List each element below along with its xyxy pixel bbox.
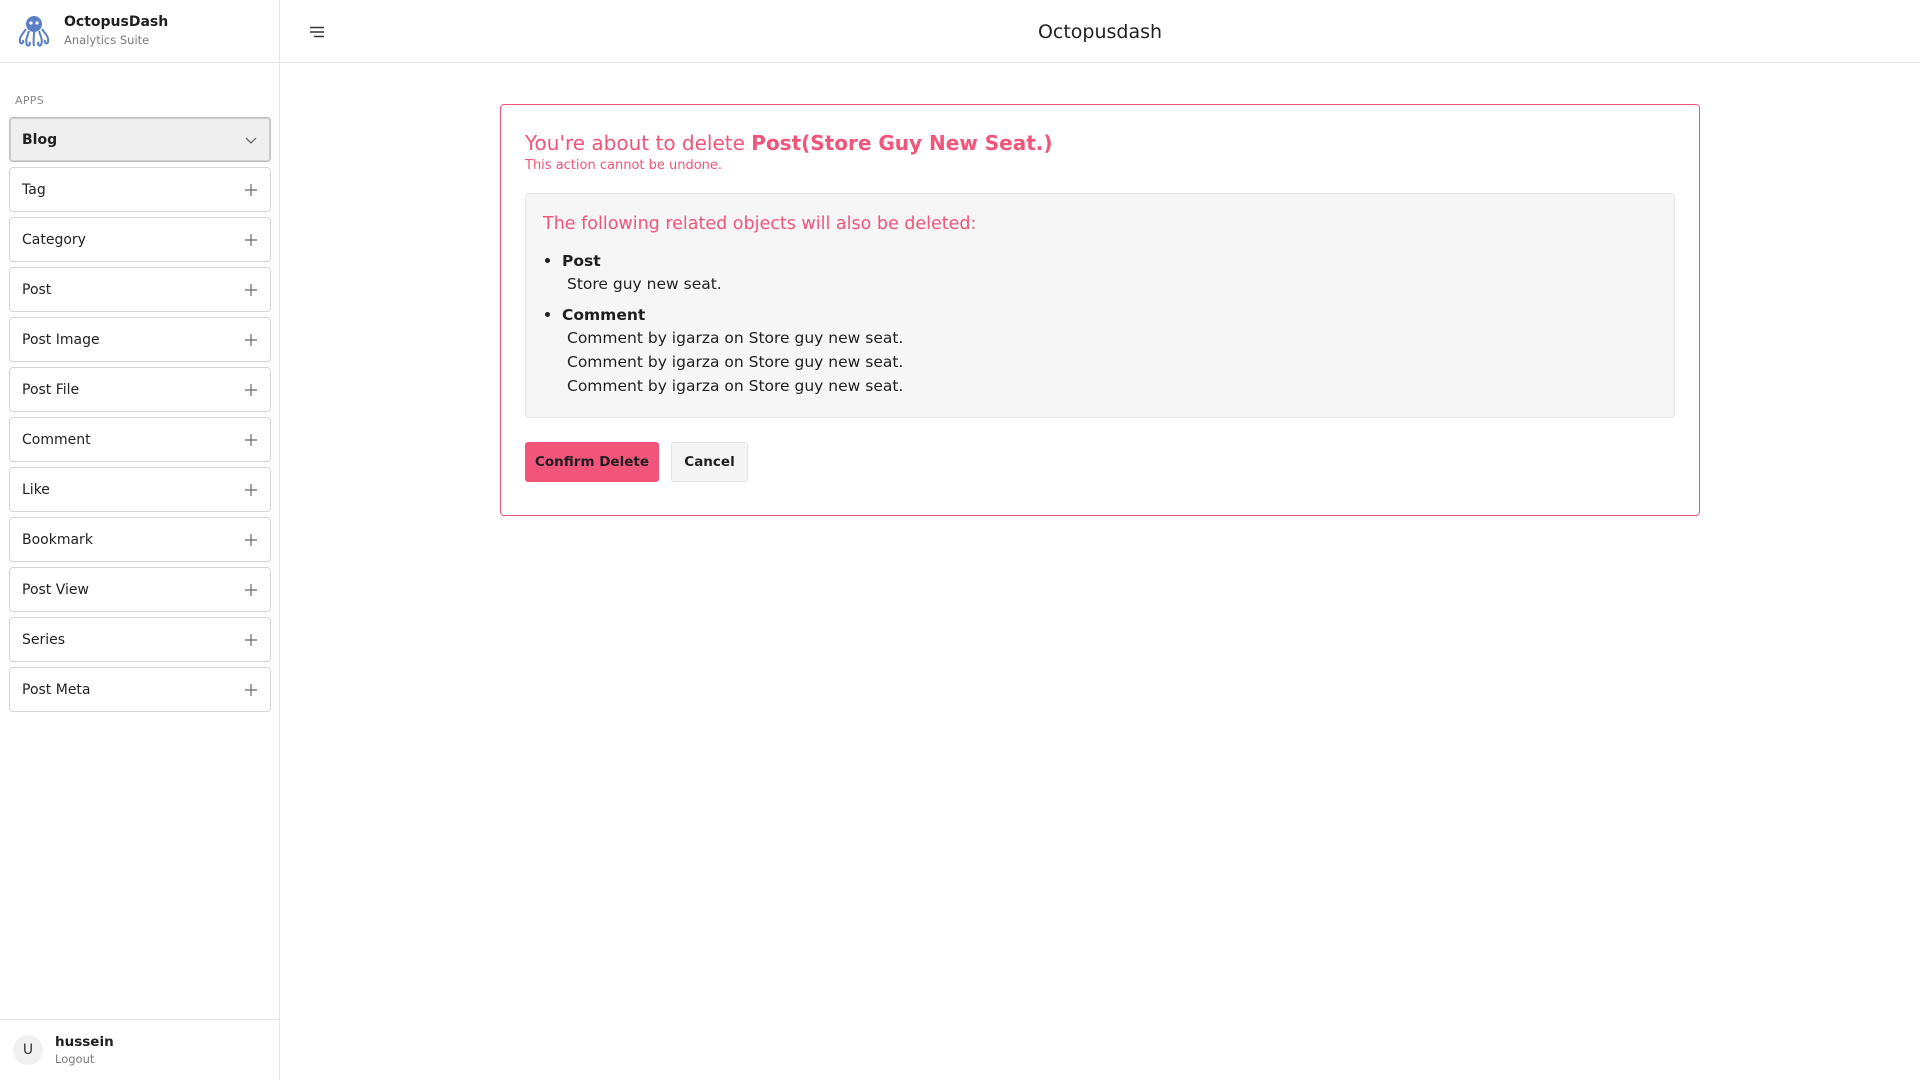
confirm-delete-button[interactable]: Confirm Delete <box>525 442 659 482</box>
sidebar-item-label: Post <box>22 281 52 298</box>
sidebar-item-series[interactable]: Series <box>9 617 271 662</box>
sidebar-item-bookmark[interactable]: Bookmark <box>9 517 271 562</box>
sidebar-item-like[interactable]: Like <box>9 467 271 512</box>
apps-nav: Blog Tag Category Post Post Image Post F… <box>9 117 271 717</box>
sidebar-item-label: Post Meta <box>22 681 91 698</box>
plus-icon[interactable] <box>244 633 258 647</box>
sidebar: OctopusDash Analytics Suite APPS Blog Ta… <box>0 0 280 1080</box>
list-item: Store guy new seat. <box>567 275 722 293</box>
form-actions: Confirm Delete Cancel <box>525 442 1675 482</box>
sidebar-item-label: Category <box>22 231 86 248</box>
plus-icon[interactable] <box>244 583 258 597</box>
user-info: hussein Logout <box>55 1033 114 1067</box>
related-objects-panel: The following related objects will also … <box>525 193 1675 418</box>
plus-icon[interactable] <box>244 683 258 697</box>
brand-text: OctopusDash Analytics Suite <box>64 13 168 49</box>
logout-link[interactable]: Logout <box>55 1051 114 1067</box>
related-group-name: Comment <box>562 306 646 324</box>
delete-warning: This action cannot be undone. <box>525 158 723 173</box>
sidebar-item-tag[interactable]: Tag <box>9 167 271 212</box>
delete-confirmation-card: You're about to delete Post(Store Guy Ne… <box>500 104 1700 516</box>
page-title: Octopusdash <box>1037 20 1163 43</box>
plus-icon[interactable] <box>244 533 258 547</box>
related-group-items: Comment by igarza on Store guy new seat.… <box>562 326 1657 398</box>
sidebar-item-post-image[interactable]: Post Image <box>9 317 271 362</box>
sidebar-item-category[interactable]: Category <box>9 217 271 262</box>
sidebar-item-label: Post File <box>22 381 80 398</box>
sidebar-item-post-meta[interactable]: Post Meta <box>9 667 271 712</box>
sidebar-item-label: Post Image <box>22 331 100 348</box>
avatar[interactable]: U <box>13 1035 43 1065</box>
sidebar-item-label: Post View <box>22 581 89 598</box>
user-area: U hussein Logout <box>0 1019 280 1080</box>
octopus-logo-icon <box>18 16 50 47</box>
related-objects-list: Post Store guy new seat. Comment Comment… <box>543 250 1657 398</box>
sidebar-item-label: Tag <box>22 181 46 198</box>
sidebar-item-blog[interactable]: Blog <box>9 117 271 162</box>
related-group-name: Post <box>562 252 601 270</box>
plus-icon[interactable] <box>244 333 258 347</box>
plus-icon[interactable] <box>244 383 258 397</box>
related-group-post: Post Store guy new seat. <box>562 250 1657 296</box>
sidebar-item-post-view[interactable]: Post View <box>9 567 271 612</box>
plus-icon[interactable] <box>244 233 258 247</box>
user-name: hussein <box>55 1034 114 1050</box>
list-item: Comment by igarza on Store guy new seat. <box>567 377 904 395</box>
sidebar-item-label: Blog <box>22 131 58 148</box>
list-item: Comment by igarza on Store guy new seat. <box>567 353 904 371</box>
apps-section-label: APPS <box>15 94 44 107</box>
plus-icon[interactable] <box>244 283 258 297</box>
delete-object-name: Post(Store Guy New Seat.) <box>751 131 1053 155</box>
sidebar-item-comment[interactable]: Comment <box>9 417 271 462</box>
sidebar-item-post[interactable]: Post <box>9 267 271 312</box>
delete-title: You're about to delete Post(Store Guy Ne… <box>525 129 1675 157</box>
sidebar-item-post-file[interactable]: Post File <box>9 367 271 412</box>
brand[interactable]: OctopusDash Analytics Suite <box>0 0 279 63</box>
brand-name: OctopusDash <box>64 14 169 30</box>
sidebar-item-label: Like <box>22 481 50 498</box>
related-group-comment: Comment Comment by igarza on Store guy n… <box>562 304 1657 398</box>
cancel-button[interactable]: Cancel <box>671 442 748 482</box>
plus-icon[interactable] <box>244 183 258 197</box>
related-group-items: Store guy new seat. <box>562 272 1657 296</box>
sidebar-item-label: Comment <box>22 431 91 448</box>
plus-icon[interactable] <box>244 483 258 497</box>
delete-title-prefix: You're about to delete <box>525 131 752 155</box>
top-header: Octopusdash <box>280 0 1920 63</box>
list-item: Comment by igarza on Store guy new seat. <box>567 329 904 347</box>
chevron-down-icon <box>245 137 257 144</box>
plus-icon[interactable] <box>244 433 258 447</box>
sidebar-item-label: Series <box>22 631 66 648</box>
sidebar-item-label: Bookmark <box>22 531 93 548</box>
related-objects-heading: The following related objects will also … <box>543 214 977 234</box>
brand-subtitle: Analytics Suite <box>64 33 150 47</box>
